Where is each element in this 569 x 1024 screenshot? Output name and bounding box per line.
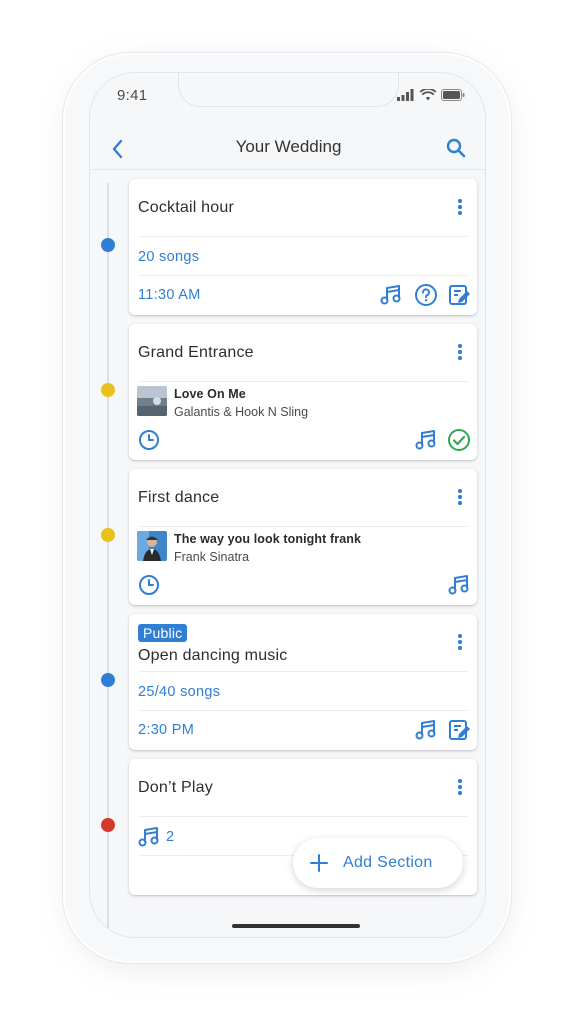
music-note-icon[interactable] bbox=[137, 825, 161, 849]
status-time: 9:41 bbox=[117, 87, 148, 104]
status-icons bbox=[397, 89, 465, 101]
section-title: Grand Entrance bbox=[138, 344, 254, 361]
nav-bar: Your Wedding bbox=[90, 129, 485, 169]
more-options-icon[interactable] bbox=[457, 634, 463, 652]
section-title: Cocktail hour bbox=[138, 199, 234, 216]
section-title: Open dancing music bbox=[138, 647, 288, 664]
page-title: Your Wedding bbox=[235, 137, 342, 156]
music-note-icon[interactable] bbox=[414, 718, 438, 742]
timeline-dot-red bbox=[101, 818, 115, 832]
timeline-dot-blue bbox=[101, 673, 115, 687]
nav-divider bbox=[90, 169, 485, 170]
edit-note-icon[interactable] bbox=[447, 283, 471, 307]
section-card-first-dance[interactable]: First dance The way you look tonight fra… bbox=[129, 469, 477, 605]
music-note-icon[interactable] bbox=[447, 573, 471, 597]
section-card-cocktail-hour[interactable]: Cocktail hour 20 songs 11:30 AM bbox=[129, 179, 477, 315]
music-note-icon[interactable] bbox=[379, 283, 403, 307]
edit-note-icon[interactable] bbox=[447, 718, 471, 742]
public-badge: Public bbox=[138, 624, 188, 642]
section-title: First dance bbox=[138, 489, 220, 506]
music-note-icon[interactable] bbox=[414, 428, 438, 452]
add-section-label: Add Section bbox=[343, 854, 433, 871]
plus-icon bbox=[310, 854, 328, 872]
section-time[interactable]: 11:30 AM bbox=[138, 287, 201, 303]
divider bbox=[138, 275, 468, 276]
album-art bbox=[137, 531, 167, 561]
divider bbox=[138, 816, 468, 817]
section-card-grand-entrance[interactable]: Grand Entrance Love On Me Galantis & Hoo… bbox=[129, 324, 477, 460]
song-count[interactable]: 25/40 songs bbox=[138, 684, 220, 700]
more-options-icon[interactable] bbox=[457, 199, 463, 217]
more-options-icon[interactable] bbox=[457, 344, 463, 362]
divider bbox=[138, 710, 468, 711]
divider bbox=[138, 381, 468, 382]
section-title: Don’t Play bbox=[138, 779, 213, 796]
song-count: 2 bbox=[166, 829, 175, 845]
timeline-dot-blue bbox=[101, 238, 115, 252]
track-artist: Galantis & Hook N Sling bbox=[174, 405, 309, 419]
home-indicator bbox=[232, 924, 360, 928]
divider bbox=[138, 671, 468, 672]
clock-icon[interactable] bbox=[138, 429, 160, 451]
signal-icon bbox=[397, 89, 414, 101]
divider bbox=[138, 526, 468, 527]
section-card-open-dancing-music[interactable]: Public Open dancing music 25/40 songs 2:… bbox=[129, 614, 477, 750]
add-section-button[interactable]: Add Section bbox=[293, 838, 463, 888]
search-icon[interactable] bbox=[445, 137, 467, 159]
track-title: The way you look tonight frank bbox=[174, 532, 362, 546]
check-circle-icon[interactable] bbox=[447, 428, 471, 452]
wifi-icon bbox=[420, 89, 436, 101]
section-time[interactable]: 2:30 PM bbox=[138, 722, 194, 738]
phone-screen: 9:41 Your Wedding Cocktail hour 20 songs… bbox=[89, 72, 486, 938]
notch bbox=[178, 73, 399, 107]
battery-icon bbox=[441, 89, 465, 101]
clock-icon[interactable] bbox=[138, 574, 160, 596]
song-count[interactable]: 20 songs bbox=[138, 249, 199, 265]
divider bbox=[138, 236, 468, 237]
track-artist: Frank Sinatra bbox=[174, 550, 250, 564]
more-options-icon[interactable] bbox=[457, 779, 463, 797]
timeline-dot-yellow bbox=[101, 528, 115, 542]
track-title: Love On Me bbox=[174, 387, 246, 401]
help-circle-icon[interactable] bbox=[414, 283, 438, 307]
timeline-dot-yellow bbox=[101, 383, 115, 397]
album-art bbox=[137, 386, 167, 416]
more-options-icon[interactable] bbox=[457, 489, 463, 507]
